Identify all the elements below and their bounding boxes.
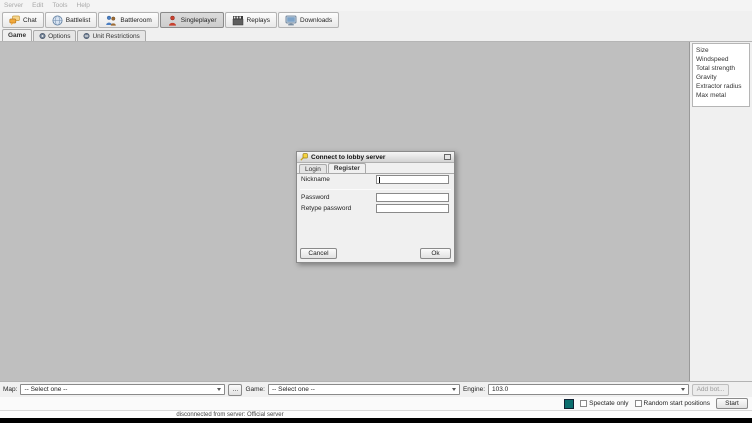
connect-dialog-title: Connect to lobby server — [311, 154, 441, 161]
menu-tools[interactable]: Tools — [52, 2, 67, 9]
tab-unit-restrictions[interactable]: Unit Restrictions — [77, 30, 145, 41]
people-icon — [105, 15, 117, 26]
toolbar-battleroom-button[interactable]: Battleroom — [98, 12, 158, 28]
film-clapper-icon — [232, 15, 244, 26]
tab-game[interactable]: Game — [2, 29, 32, 41]
tab-options[interactable]: Options — [33, 30, 76, 41]
menu-edit[interactable]: Edit — [32, 2, 43, 9]
retype-password-row: Retype password — [301, 203, 449, 213]
map-option-label: Gravity — [696, 73, 749, 82]
chat-bubbles-icon — [9, 15, 20, 26]
toolbar-chat-label: Chat — [23, 17, 37, 24]
map-browse-button[interactable]: ... — [228, 384, 242, 396]
retype-password-input[interactable] — [376, 204, 449, 213]
text-caret — [379, 177, 380, 183]
password-label: Password — [301, 194, 376, 201]
start-button[interactable]: Start — [716, 398, 748, 409]
password-input[interactable] — [376, 193, 449, 202]
connect-dialog: Connect to lobby server Login Register N… — [296, 151, 455, 263]
menu-help[interactable]: Help — [77, 2, 90, 9]
game-label: Game: — [245, 386, 265, 393]
map-option-label: Total strength — [696, 64, 749, 73]
engine-select-value: 103.0 — [492, 386, 508, 393]
map-label: Map: — [3, 386, 17, 393]
map-option-label: Max metal — [696, 91, 749, 100]
connect-icon — [300, 153, 308, 161]
toolbar-battleroom-label: Battleroom — [120, 17, 151, 24]
toolbar-replays-button[interactable]: Replays — [225, 12, 277, 28]
toolbar-chat-button[interactable]: Chat — [2, 12, 44, 28]
unit-restrictions-icon — [83, 32, 90, 40]
start-options-row: Spectate only Random start positions Sta… — [0, 397, 752, 410]
engine-select[interactable]: 103.0 — [488, 384, 689, 395]
map-options-list: Size Windspeed Total strength Gravity Ex… — [692, 43, 750, 107]
team-color-swatch[interactable] — [564, 399, 574, 409]
random-start-positions-label: Random start positions — [644, 400, 710, 407]
checkbox-icon — [635, 400, 642, 407]
engine-label: Engine: — [463, 386, 485, 393]
chevron-down-icon — [217, 388, 221, 391]
nickname-row: Nickname — [301, 174, 449, 184]
game-select-value: -- Select one -- — [272, 386, 315, 393]
checkbox-icon — [580, 400, 587, 407]
spectate-only-checkbox[interactable]: Spectate only — [580, 400, 628, 407]
chevron-down-icon — [681, 388, 685, 391]
map-select-value: -- Select one -- — [24, 386, 67, 393]
retype-password-label: Retype password — [301, 205, 376, 212]
map-options-panel: Size Windspeed Total strength Gravity Ex… — [691, 42, 752, 381]
game-select[interactable]: -- Select one -- — [268, 384, 460, 395]
menu-server[interactable]: Server — [4, 2, 23, 9]
toolbar-replays-label: Replays — [247, 17, 270, 24]
toolbar-battlelist-label: Battlelist — [66, 17, 91, 24]
random-start-positions-checkbox[interactable]: Random start positions — [635, 400, 710, 407]
toolbar-battlelist-button[interactable]: Battlelist — [45, 12, 98, 28]
field-separator — [300, 189, 451, 190]
nickname-input[interactable] — [376, 175, 449, 184]
tab-register[interactable]: Register — [328, 163, 366, 173]
tab-game-label: Game — [8, 32, 26, 39]
connect-dialog-titlebar[interactable]: Connect to lobby server — [297, 152, 454, 163]
nickname-label: Nickname — [301, 176, 376, 183]
tab-login[interactable]: Login — [299, 164, 327, 173]
menu-bar: Server Edit Tools Help — [0, 0, 752, 11]
globe-icon — [52, 15, 63, 26]
battle-setup-bar: Map: -- Select one -- ... Game: -- Selec… — [0, 381, 752, 397]
spectate-only-label: Spectate only — [589, 400, 628, 407]
add-bot-button[interactable]: Add bot... — [692, 384, 729, 396]
ok-button[interactable]: Ok — [420, 248, 451, 259]
toolbar-downloads-button[interactable]: Downloads — [278, 12, 339, 28]
cancel-button[interactable]: Cancel — [300, 248, 337, 259]
toolbar-singleplayer-label: Singleplayer — [181, 17, 217, 24]
monitor-download-icon — [285, 15, 297, 26]
map-option-label: Windspeed — [696, 55, 749, 64]
toolbar-downloads-label: Downloads — [300, 17, 332, 24]
application-window: Server Edit Tools Help Chat Battlelist B… — [0, 0, 752, 418]
chevron-down-icon — [452, 388, 456, 391]
options-icon — [39, 32, 46, 40]
main-toolbar: Chat Battlelist Battleroom Singleplayer … — [0, 11, 752, 29]
singleplayer-tab-bar: Game Options Unit Restrictions — [0, 29, 752, 42]
close-icon[interactable] — [444, 154, 451, 160]
tab-options-label: Options — [48, 33, 70, 40]
connect-dialog-tabs: Login Register — [297, 163, 454, 174]
password-row: Password — [301, 192, 449, 202]
tab-unit-restrictions-label: Unit Restrictions — [92, 33, 139, 40]
map-option-label: Extractor radius — [696, 82, 749, 91]
connection-status-text: disconnected from server: Official serve… — [0, 411, 460, 419]
map-option-label: Size — [696, 46, 749, 55]
status-bar: disconnected from server: Official serve… — [0, 410, 752, 418]
single-player-icon — [167, 15, 178, 26]
map-select[interactable]: -- Select one -- — [20, 384, 225, 395]
toolbar-singleplayer-button[interactable]: Singleplayer — [160, 12, 224, 28]
